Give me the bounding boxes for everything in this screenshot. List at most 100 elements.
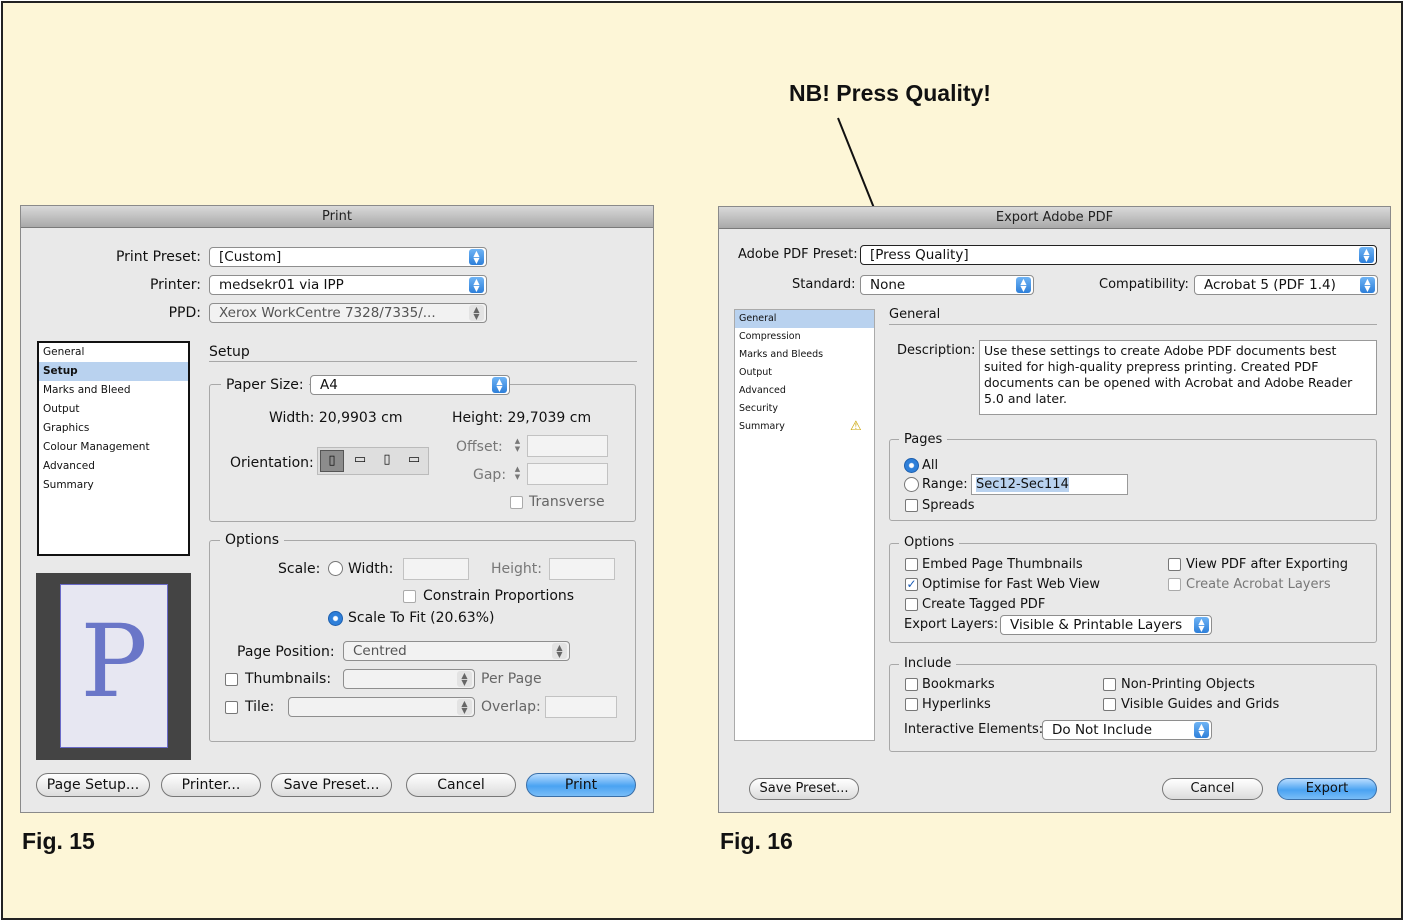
thumbnails-select[interactable]: ▲ ▼ <box>343 669 475 689</box>
pages-range-label: Range: <box>922 477 968 492</box>
export-layers-select[interactable]: Visible & Printable Layers ▲ ▼ <box>1000 615 1212 635</box>
export-button[interactable]: Export <box>1277 778 1377 800</box>
portrait-icon[interactable]: ▯ <box>320 450 344 472</box>
hyperlinks-checkbox[interactable] <box>905 698 918 711</box>
nonprinting-checkbox[interactable] <box>1103 678 1116 691</box>
scale-to-fit-label: Scale To Fit (20.63%) <box>348 610 495 626</box>
fig-16-label: Fig. 16 <box>720 828 793 854</box>
overlap-field[interactable] <box>545 696 617 718</box>
cancel-button[interactable]: Cancel <box>1162 778 1263 800</box>
sidebar-item-output[interactable]: Output <box>39 400 188 419</box>
sidebar-item-marks-and-bleeds[interactable]: Marks and Bleeds <box>735 346 874 364</box>
pages-range-input[interactable]: Sec12-Sec114 <box>971 474 1128 495</box>
ppd-value: Xerox WorkCentre 7328/7335/... <box>219 305 436 321</box>
printer-select[interactable]: medsekr01 via IPP ▲ ▼ <box>209 275 487 295</box>
chevron-updown-icon: ▲ ▼ <box>469 277 484 293</box>
sidebar-item-advanced[interactable]: Advanced <box>39 457 188 476</box>
view-pdf-label: View PDF after Exporting <box>1186 557 1348 572</box>
optimise-web-label: Optimise for Fast Web View <box>922 577 1100 592</box>
visible-guides-label: Visible Guides and Grids <box>1121 697 1280 712</box>
transverse-checkbox[interactable] <box>510 496 523 509</box>
scale-height-field[interactable] <box>549 558 615 580</box>
reverse-landscape-icon[interactable]: ▭ <box>402 450 426 472</box>
page-position-value: Centred <box>353 643 407 659</box>
sidebar-item-summary-label: Summary <box>739 421 785 432</box>
visible-guides-checkbox[interactable] <box>1103 698 1116 711</box>
ppd-select[interactable]: Xerox WorkCentre 7328/7335/... ▲ ▼ <box>209 303 487 323</box>
standard-select[interactable]: None ▲ ▼ <box>860 275 1034 295</box>
compatibility-value: Acrobat 5 (PDF 1.4) <box>1204 277 1336 293</box>
sidebar-item-marks-and-bleed[interactable]: Marks and Bleed <box>39 381 188 400</box>
save-preset-button[interactable]: Save Preset... <box>271 773 392 797</box>
pages-all-label: All <box>922 458 939 473</box>
print-preset-value: [Custom] <box>219 249 282 265</box>
print-preset-select[interactable]: [Custom] ▲ ▼ <box>209 247 487 267</box>
optimise-web-checkbox[interactable]: ✓ <box>905 578 918 591</box>
offset-field[interactable] <box>527 435 608 457</box>
chevron-updown-icon: ▲ ▼ <box>1360 277 1375 293</box>
scale-width-label: Width: <box>348 561 394 577</box>
chevron-updown-icon: ▲ ▼ <box>492 377 507 393</box>
scale-to-fit-radio[interactable] <box>328 611 343 626</box>
paper-width-text: Width: 20,9903 cm <box>269 410 403 426</box>
sidebar-item-summary[interactable]: Summary <box>39 476 188 495</box>
sidebar-item-compression[interactable]: Compression <box>735 328 874 346</box>
save-preset-button[interactable]: Save Preset... <box>749 778 859 800</box>
constrain-checkbox[interactable] <box>403 590 416 603</box>
sidebar-item-general[interactable]: General <box>735 310 874 328</box>
bookmarks-checkbox[interactable] <box>905 678 918 691</box>
print-dialog-title: Print <box>21 206 653 228</box>
tagged-pdf-checkbox[interactable] <box>905 598 918 611</box>
reverse-portrait-icon[interactable]: ▯ <box>375 450 399 472</box>
export-dialog-title: Export Adobe PDF <box>719 207 1390 229</box>
paper-size-select[interactable]: A4 ▲ ▼ <box>310 375 510 395</box>
spreads-checkbox[interactable] <box>905 499 918 512</box>
pdf-preset-select[interactable]: [Press Quality] ▲ ▼ <box>860 245 1377 265</box>
setup-section-title: Setup <box>209 344 250 360</box>
offset-stepper-icon[interactable]: ▲ ▼ <box>512 437 523 455</box>
printer-button[interactable]: Printer... <box>161 773 261 797</box>
overlap-label: Overlap: <box>481 699 541 715</box>
print-button[interactable]: Print <box>526 773 636 797</box>
embed-thumbnails-checkbox[interactable] <box>905 558 918 571</box>
page-preview: P <box>36 573 191 760</box>
preview-letter: P <box>80 603 148 720</box>
export-sidebar: General Compression Marks and Bleeds Out… <box>734 309 875 741</box>
description-label: Description: <box>897 343 976 358</box>
gap-stepper-icon[interactable]: ▲ ▼ <box>512 465 523 483</box>
sidebar-item-output[interactable]: Output <box>735 364 874 382</box>
compatibility-select[interactable]: Acrobat 5 (PDF 1.4) ▲ ▼ <box>1194 275 1378 295</box>
sidebar-item-graphics[interactable]: Graphics <box>39 419 188 438</box>
cancel-button[interactable]: Cancel <box>406 773 516 797</box>
landscape-icon[interactable]: ▭ <box>348 450 372 472</box>
sidebar-item-setup[interactable]: Setup <box>39 362 188 381</box>
transverse-label: Transverse <box>529 494 605 510</box>
sidebar-item-security[interactable]: Security <box>735 400 874 418</box>
acrobat-layers-checkbox[interactable] <box>1168 578 1181 591</box>
thumbnails-label: Thumbnails: <box>245 671 332 687</box>
sidebar-item-summary[interactable]: Summary ⚠ <box>735 418 874 436</box>
page-setup-button[interactable]: Page Setup... <box>36 773 150 797</box>
sidebar-item-colour-management[interactable]: Colour Management <box>39 438 188 457</box>
pages-range-radio[interactable] <box>904 477 919 492</box>
thumbnails-checkbox[interactable] <box>225 673 238 686</box>
tile-checkbox[interactable] <box>225 701 238 714</box>
scale-width-field[interactable] <box>403 558 469 580</box>
interactive-elements-select[interactable]: Do Not Include ▲ ▼ <box>1042 720 1212 740</box>
tile-select[interactable]: ▲ ▼ <box>288 697 475 717</box>
description-textarea[interactable]: Use these settings to create Adobe PDF d… <box>979 340 1377 415</box>
sidebar-item-advanced[interactable]: Advanced <box>735 382 874 400</box>
include-group-title: Include <box>899 656 957 671</box>
paper-height-text: Height: 29,7039 cm <box>452 410 592 426</box>
gap-field[interactable] <box>527 463 608 485</box>
standard-label: Standard: <box>792 277 856 292</box>
scale-width-radio[interactable] <box>328 561 343 576</box>
spreads-label: Spreads <box>922 498 975 513</box>
chevron-updown-icon: ▲ ▼ <box>457 671 472 687</box>
page-position-select[interactable]: Centred ▲ ▼ <box>343 641 570 661</box>
pages-all-radio[interactable] <box>904 458 919 473</box>
view-pdf-checkbox[interactable] <box>1168 558 1181 571</box>
sidebar-item-general[interactable]: General <box>39 343 188 362</box>
tagged-pdf-label: Create Tagged PDF <box>922 597 1046 612</box>
print-sidebar: General Setup Marks and Bleed Output Gra… <box>37 341 190 556</box>
